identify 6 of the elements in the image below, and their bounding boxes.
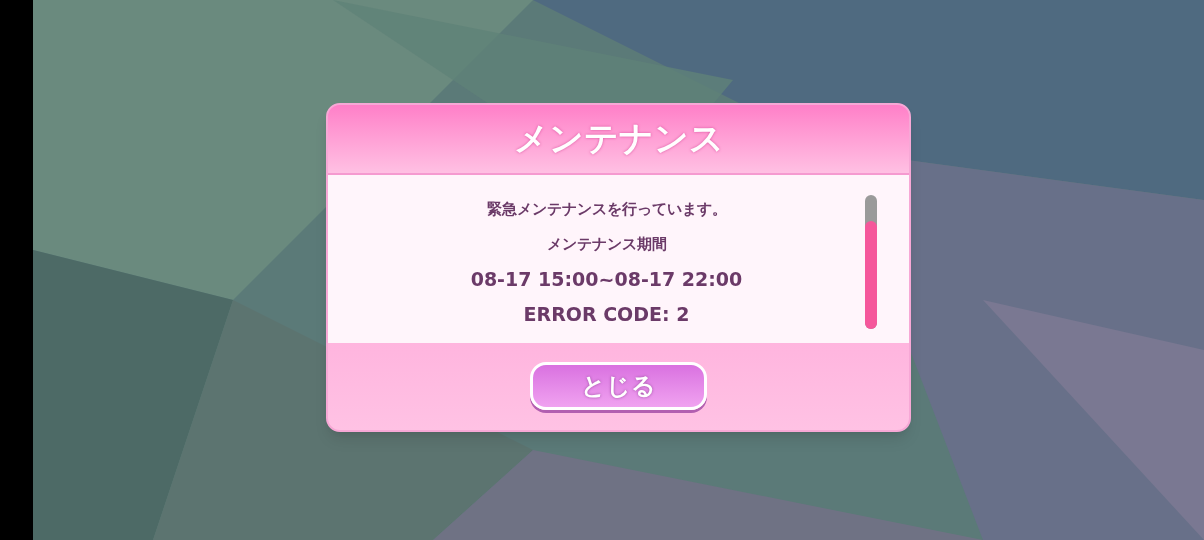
message-text: 08-17 15:00~08-17 22:00 bbox=[470, 266, 743, 291]
message-text: 緊急メンテナンスを行っています。 bbox=[486, 198, 727, 220]
message-text: メンテナンス期間 bbox=[546, 233, 667, 255]
dialog-title: メンテナンス bbox=[513, 117, 724, 160]
close-button[interactable]: とじる bbox=[530, 362, 707, 410]
message-text: ERROR CODE: 2 bbox=[523, 301, 690, 326]
